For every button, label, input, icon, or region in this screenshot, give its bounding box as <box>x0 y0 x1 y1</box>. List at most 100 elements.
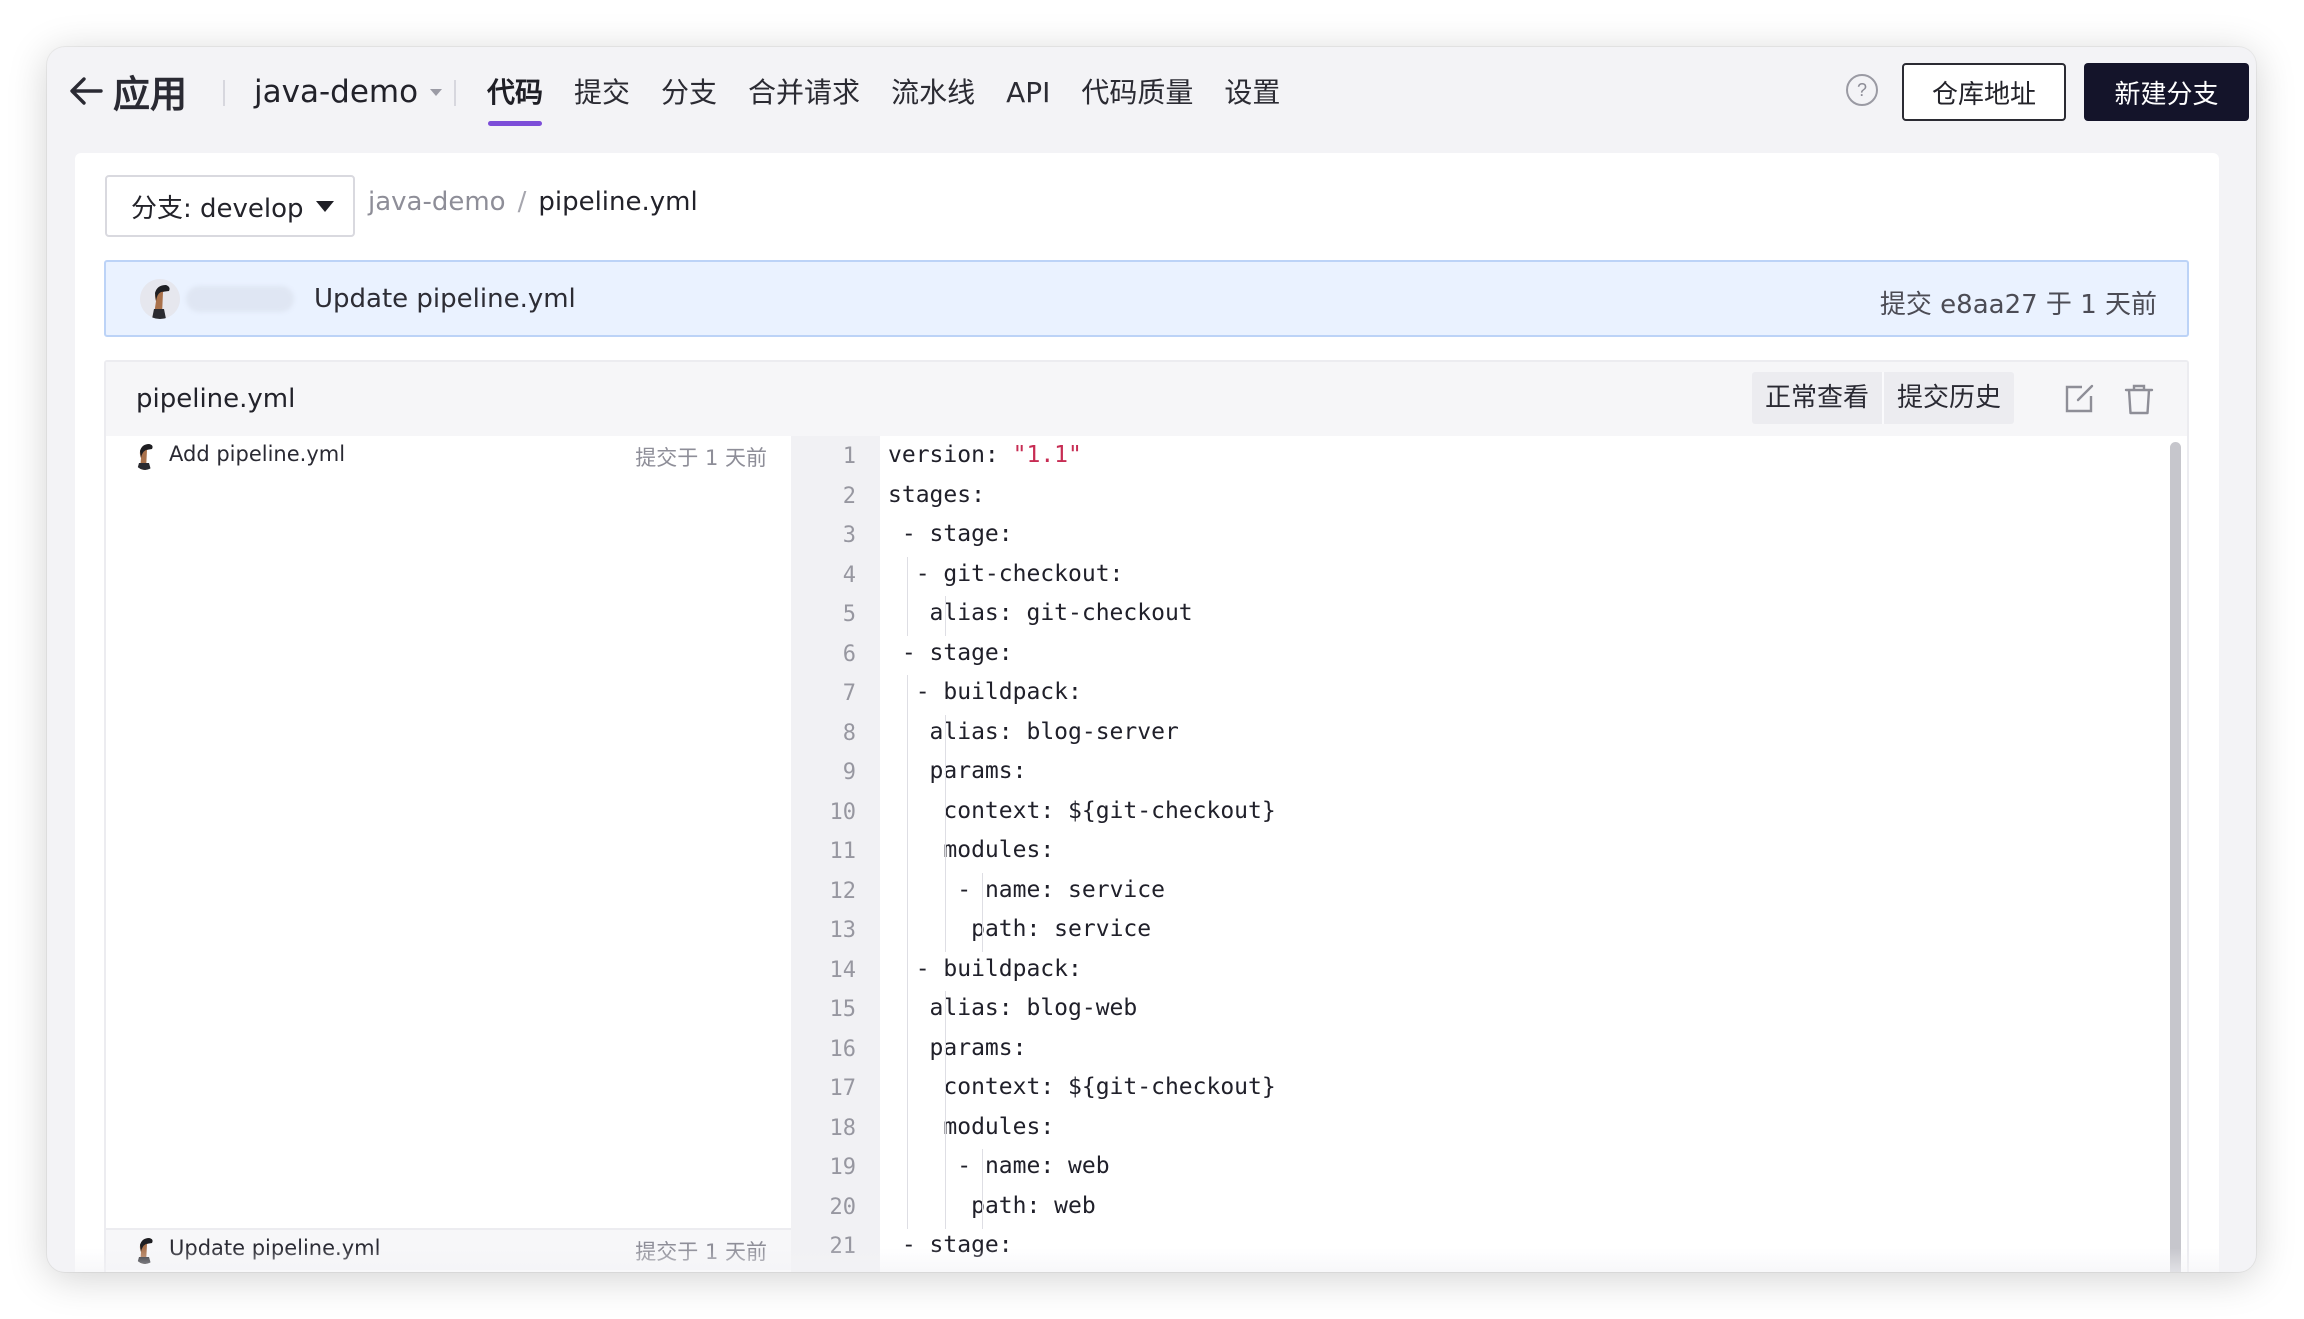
code-line: - name: service <box>957 877 1165 903</box>
code-text: - stage: <box>901 1232 1013 1258</box>
commit-message[interactable]: Update pipeline.yml <box>314 284 576 314</box>
commit-meta: 提交 e8aa27 于 1 天前 <box>1879 290 2157 320</box>
commit-history-button[interactable]: 提交历史 <box>1882 372 2014 424</box>
back-button[interactable]: 应用 <box>69 67 187 116</box>
line-number: 18 <box>829 1115 857 1141</box>
divider <box>223 80 225 106</box>
indent-guide <box>944 1030 946 1071</box>
back-label: 应用 <box>113 73 187 116</box>
code-line: context: ${git-checkout} <box>943 798 1275 824</box>
indent-guide <box>906 793 908 834</box>
indent-guide <box>906 675 908 715</box>
tab-code[interactable]: 代码 <box>487 69 543 126</box>
line-number: 4 <box>842 562 856 588</box>
latest-commit-bar: Update pipeline.yml 提交 e8aa27 于 1 天前 <box>104 260 2189 337</box>
indent-guide <box>944 872 946 913</box>
line-number: 15 <box>829 997 857 1022</box>
line-number: 13 <box>829 918 857 943</box>
chevron-down-icon <box>430 88 443 96</box>
avatar[interactable] <box>140 279 180 319</box>
indent-guide <box>944 714 946 755</box>
breadcrumb-current-file: pipeline.yml <box>538 187 698 217</box>
line-number: 16 <box>829 1036 857 1062</box>
code-line: alias: git-checkout <box>930 600 1193 626</box>
blame-row: Update pipeline.yml 提交于 1 天前 <box>106 1228 791 1270</box>
tab-pipelines[interactable]: 流水线 <box>891 69 975 117</box>
blame-row: Add pipeline.yml 提交于 1 天前 <box>106 436 791 476</box>
line-number: 6 <box>842 641 856 667</box>
breadcrumb-separator: / <box>517 187 527 217</box>
top-nav: 应用 java-demo 代码 提交 分支 合并请求 流水线 API 代码质量 … <box>47 47 2256 153</box>
code-text: - buildpack: <box>915 955 1082 982</box>
user-avatar-icon <box>137 444 153 470</box>
indent-guide <box>944 991 946 1031</box>
tab-settings[interactable]: 设置 <box>1224 69 1280 117</box>
indent-guide <box>982 872 984 913</box>
new-branch-button[interactable]: 新建分支 <box>2084 63 2249 121</box>
code-text: - name: service <box>957 876 1165 903</box>
indent-guide <box>906 1188 908 1229</box>
tab-commits[interactable]: 提交 <box>574 69 630 117</box>
line-number: 19 <box>829 1155 857 1180</box>
delete-icon[interactable] <box>2122 382 2156 416</box>
edit-icon[interactable] <box>2062 382 2096 416</box>
blame-commit-time: 提交于 1 天前 <box>635 446 767 470</box>
line-number: 20 <box>829 1194 857 1220</box>
line-number: 12 <box>829 878 857 904</box>
code-text: alias: blog-web <box>929 995 1138 1021</box>
line-number: 7 <box>842 681 856 706</box>
file-viewer: pipeline.yml 正常查看 提交历史 Add pipeline.yml … <box>104 360 2189 1272</box>
code-text: alias: blog-server <box>929 718 1179 745</box>
line-number: 5 <box>842 602 856 627</box>
avatar[interactable] <box>133 442 157 470</box>
indent-guide <box>944 833 946 873</box>
line-number: 17 <box>829 1076 857 1101</box>
code-text: - git-checkout: <box>915 560 1124 587</box>
line-number: 8 <box>842 720 856 746</box>
line-number: 3 <box>842 523 856 548</box>
tab-code-quality[interactable]: 代码质量 <box>1081 69 1193 117</box>
indent-guide <box>944 596 946 636</box>
indent-guide <box>944 912 946 952</box>
help-icon[interactable]: ? <box>1846 74 1878 106</box>
code-line: modules: <box>943 1114 1054 1140</box>
code-line: - buildpack: <box>916 679 1082 705</box>
code-text: modules: <box>943 1113 1055 1140</box>
indent-guide <box>982 1188 984 1229</box>
code-line: - name: web <box>957 1153 1109 1179</box>
scrollbar-thumb[interactable] <box>2170 442 2181 1272</box>
tab-api[interactable]: API <box>1006 69 1050 117</box>
repo-address-button[interactable]: 仓库地址 <box>1902 63 2066 121</box>
code-line: - buildpack: <box>916 956 1082 982</box>
indent-guide <box>944 793 946 834</box>
breadcrumb-repo-link[interactable]: java-demo <box>368 187 506 217</box>
tab-merge-requests[interactable]: 合并请求 <box>748 69 860 117</box>
caret-down-icon <box>315 200 334 212</box>
breadcrumb: java-demo / pipeline.yml <box>368 187 698 217</box>
code-line: modules: <box>943 837 1054 863</box>
indent-guide <box>906 1070 908 1110</box>
project-switcher[interactable]: java-demo <box>254 69 443 115</box>
avatar[interactable] <box>133 1236 157 1264</box>
user-avatar-icon <box>140 279 180 319</box>
branch-selector[interactable]: 分支: develop <box>105 175 355 237</box>
scrollbar[interactable] <box>2165 436 2187 1272</box>
code-text: - stage: <box>901 521 1013 547</box>
code-text: - name: web <box>957 1153 1110 1179</box>
blame-commit-message[interactable]: Add pipeline.yml <box>169 442 345 466</box>
tab-branches[interactable]: 分支 <box>661 69 717 117</box>
code-text: modules: <box>943 837 1055 863</box>
blame-commit-message[interactable]: Update pipeline.yml <box>169 1236 380 1260</box>
indent-guide <box>944 1149 946 1189</box>
indent-guide <box>906 912 908 952</box>
indent-guide <box>906 872 908 913</box>
content-card: 分支: develop java-demo / pipeline.yml Upd… <box>75 153 2219 1272</box>
code-content: version: "1.1" stages: - stage: - git-check… <box>880 436 2165 1272</box>
normal-view-button[interactable]: 正常查看 <box>1752 372 1882 424</box>
code-line: context: ${git-checkout} <box>943 1074 1275 1100</box>
app-window: 应用 java-demo 代码 提交 分支 合并请求 流水线 API 代码质量 … <box>47 47 2256 1272</box>
code-line: - stage: <box>902 1232 1013 1258</box>
line-number: 1 <box>842 444 856 469</box>
code-text: version: <box>888 442 1013 468</box>
indent-guide <box>944 754 946 794</box>
